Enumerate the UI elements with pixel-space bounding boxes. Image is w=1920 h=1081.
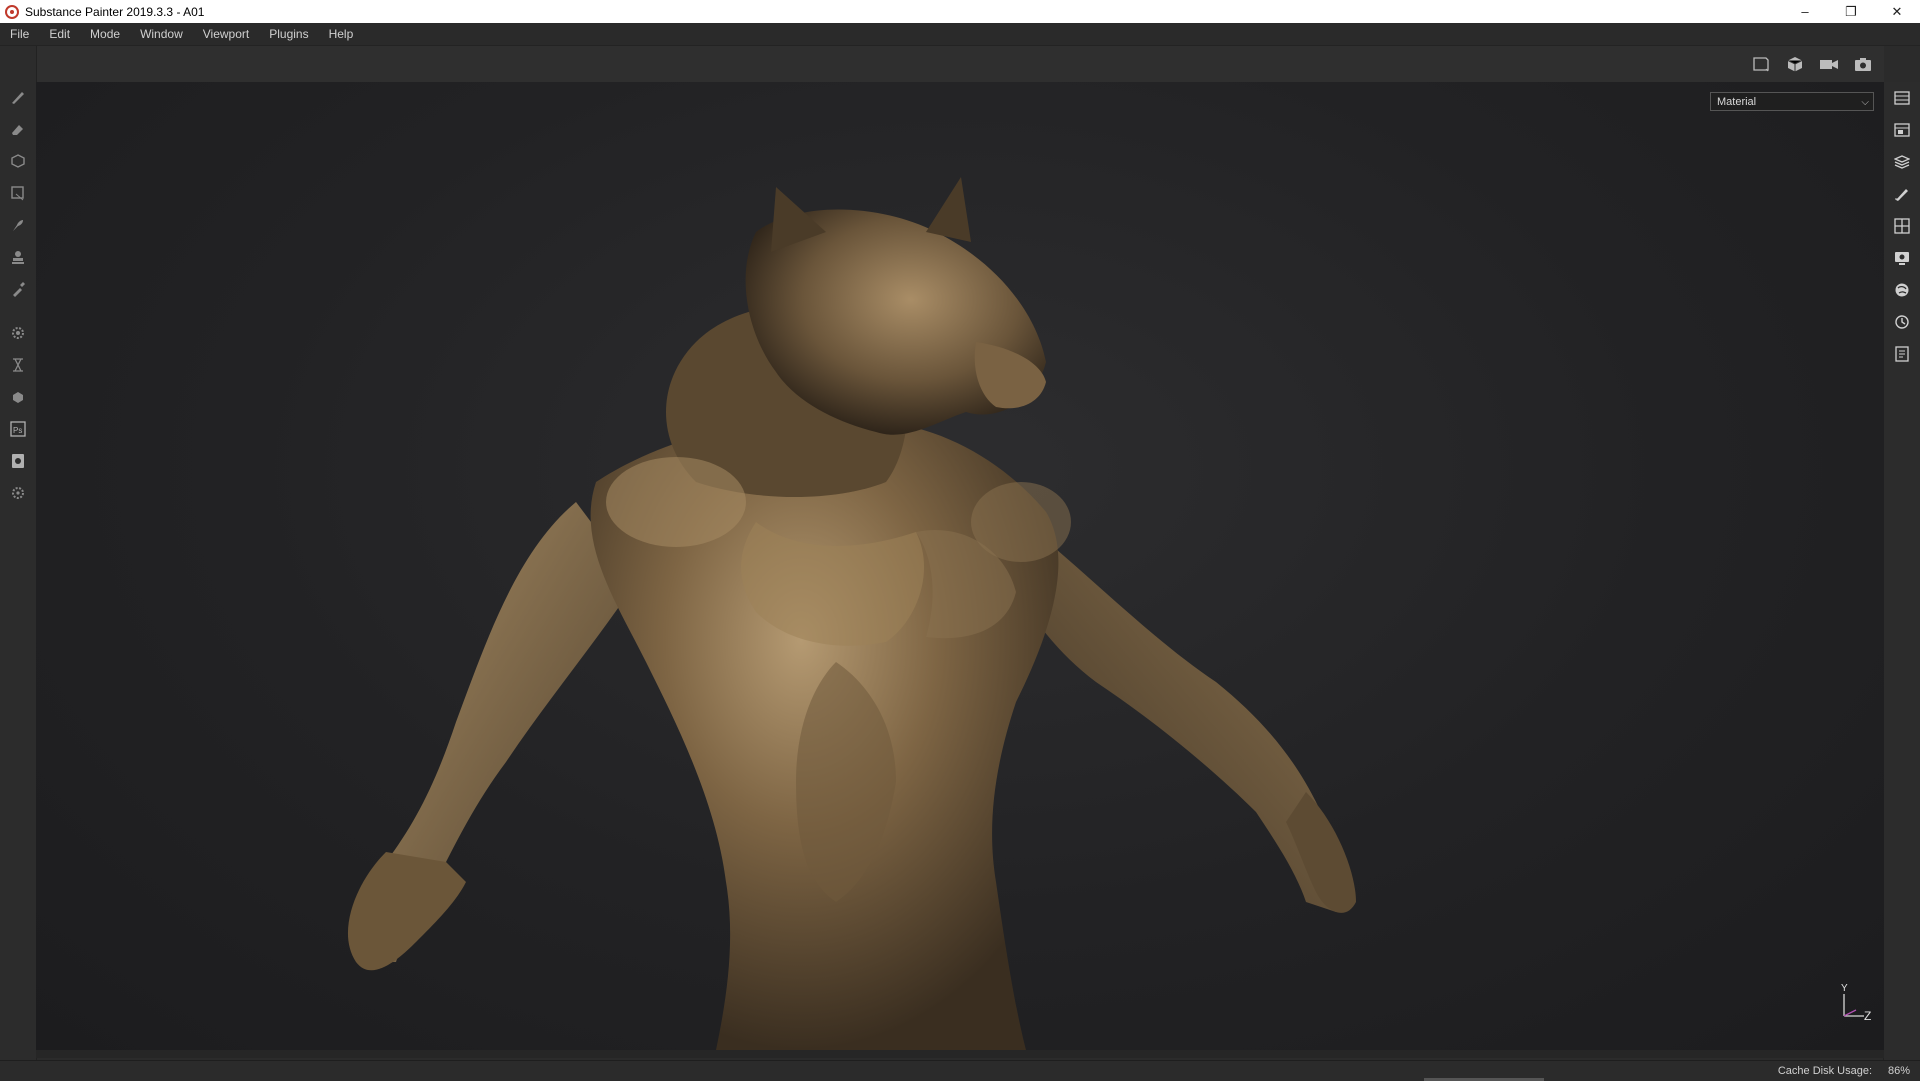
- plugin-settings-icon[interactable]: [7, 482, 29, 504]
- texture-set-list-icon[interactable]: [1891, 87, 1913, 109]
- axis-z-label: Z: [1864, 1009, 1871, 1022]
- bake-settings-icon[interactable]: [7, 322, 29, 344]
- window-title: Substance Painter 2019.3.3 - A01: [25, 4, 205, 19]
- left-tool-panel: Ps: [0, 46, 37, 1060]
- menu-viewport[interactable]: Viewport: [193, 23, 259, 45]
- history-icon[interactable]: [1891, 311, 1913, 333]
- screenshot-icon[interactable]: [1852, 53, 1874, 75]
- status-bar: Cache Disk Usage: 86%: [0, 1060, 1920, 1081]
- iray-icon[interactable]: [7, 354, 29, 376]
- clone-icon[interactable]: [7, 246, 29, 268]
- channel-dropdown-value: Material: [1717, 96, 1757, 108]
- texture-set-settings-icon[interactable]: [1891, 119, 1913, 141]
- menu-bar: File Edit Mode Window Viewport Plugins H…: [0, 23, 1920, 46]
- substance-logo-icon: [5, 4, 19, 19]
- camera-icon[interactable]: [1818, 53, 1840, 75]
- menu-file[interactable]: File: [0, 23, 39, 45]
- projection-icon[interactable]: [7, 150, 29, 172]
- effects-icon[interactable]: [7, 386, 29, 408]
- minimize-icon[interactable]: –: [1782, 0, 1828, 23]
- smudge-icon[interactable]: [7, 214, 29, 236]
- paint-brush-icon[interactable]: [7, 86, 29, 108]
- cache-disk-usage-value: 86%: [1887, 1065, 1910, 1077]
- title-bar: Substance Painter 2019.3.3 - A01 – ❐ ✕: [0, 0, 1920, 23]
- menu-window[interactable]: Window: [130, 23, 193, 45]
- polygon-fill-icon[interactable]: [7, 182, 29, 204]
- viewport-toolbar: [36, 46, 1884, 82]
- 2d-view-icon[interactable]: [1750, 53, 1772, 75]
- chevron-down-icon: ⌵: [1861, 97, 1869, 108]
- layers-icon[interactable]: [1891, 151, 1913, 173]
- axis-gizmo: Y Z: [1841, 983, 1871, 1022]
- export-icon[interactable]: [7, 450, 29, 472]
- photoshop-icon[interactable]: Ps: [7, 418, 29, 440]
- channel-dropdown[interactable]: Material ⌵: [1710, 92, 1874, 111]
- 3d-view-icon[interactable]: [1784, 53, 1806, 75]
- menu-edit[interactable]: Edit: [39, 23, 80, 45]
- 3d-viewport[interactable]: Material ⌵ Y Z: [36, 82, 1884, 1050]
- axis-y-label: Y: [1841, 983, 1848, 994]
- close-icon[interactable]: ✕: [1874, 0, 1920, 23]
- menu-plugins[interactable]: Plugins: [259, 23, 318, 45]
- viewport-scroll-strip: [36, 1050, 1884, 1058]
- shader-settings-icon[interactable]: [1891, 279, 1913, 301]
- menu-help[interactable]: Help: [319, 23, 364, 45]
- cache-disk-usage-label: Cache Disk Usage:: [1777, 1065, 1872, 1077]
- restore-icon[interactable]: ❐: [1828, 0, 1874, 23]
- svg-text:Ps: Ps: [13, 426, 22, 435]
- right-dock-panel: [1883, 82, 1920, 1060]
- werewolf-model: [347, 177, 1356, 1050]
- properties-icon[interactable]: [1891, 183, 1913, 205]
- color-picker-icon[interactable]: [7, 278, 29, 300]
- menu-mode[interactable]: Mode: [80, 23, 130, 45]
- log-icon[interactable]: [1891, 343, 1913, 365]
- uv-display-icon[interactable]: [1891, 215, 1913, 237]
- eraser-icon[interactable]: [7, 118, 29, 140]
- display-settings-icon[interactable]: [1891, 247, 1913, 269]
